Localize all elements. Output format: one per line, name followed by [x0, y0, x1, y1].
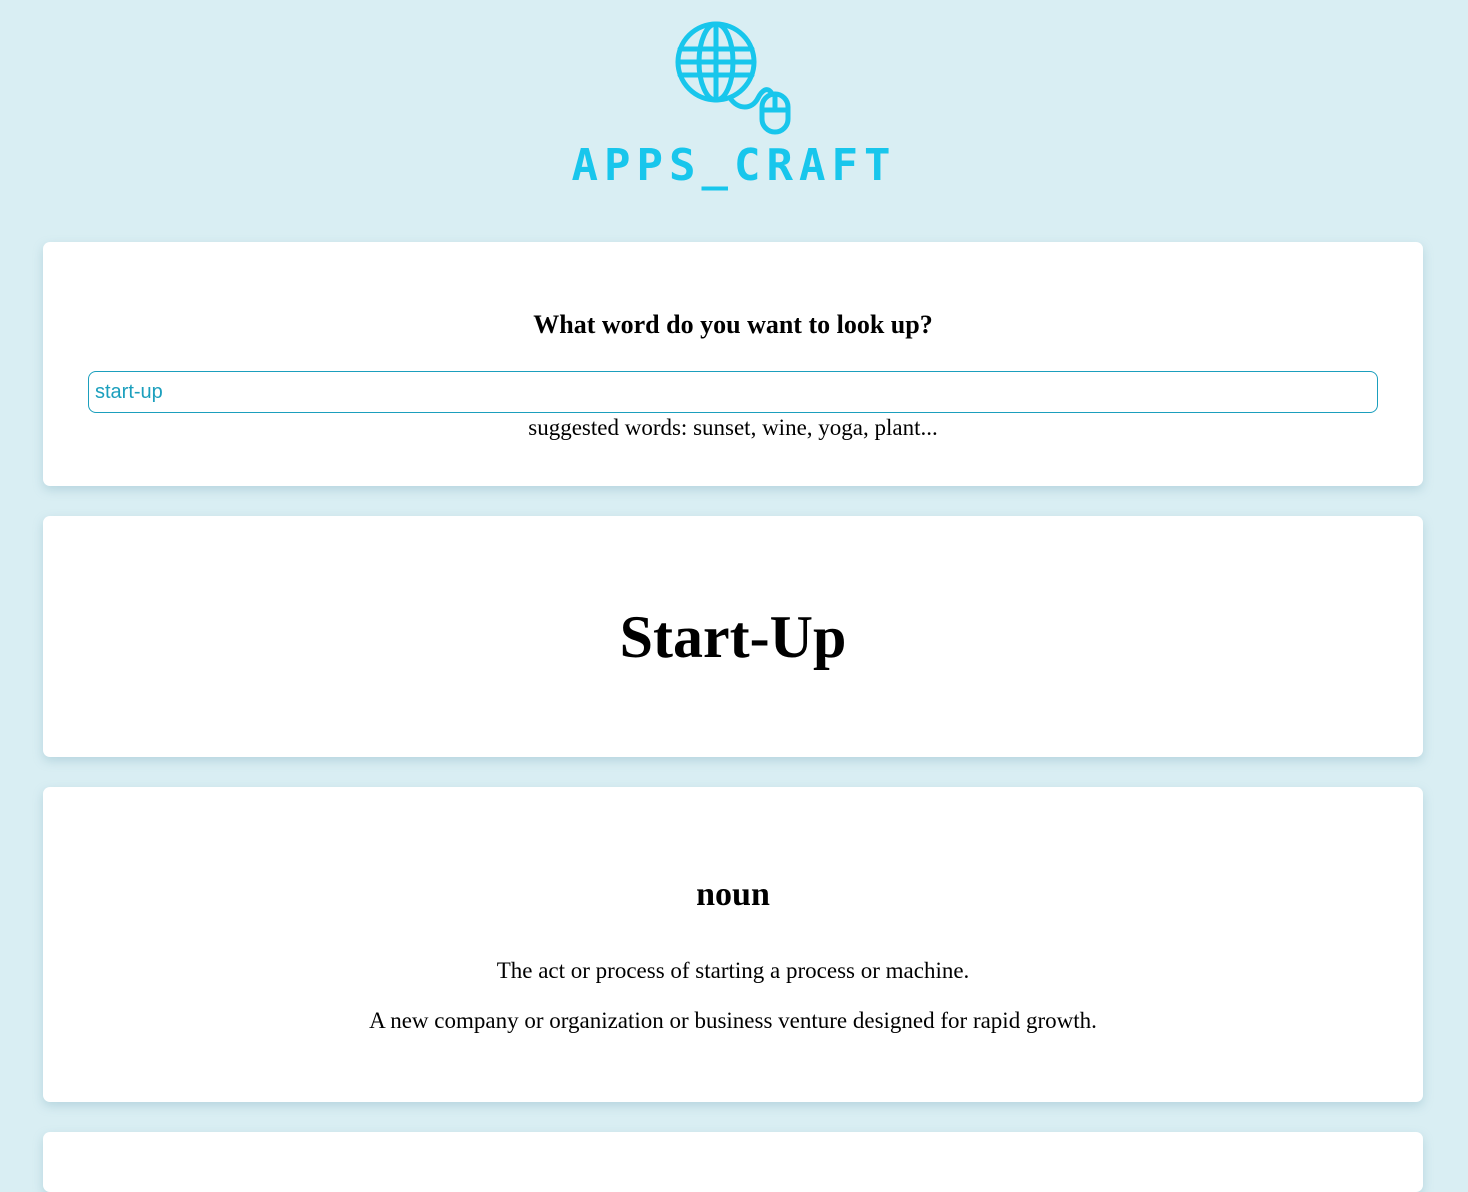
next-card — [43, 1132, 1423, 1192]
definition: A new company or organization or busines… — [369, 1008, 1097, 1033]
part-of-speech: noun — [696, 876, 770, 913]
meaning-card: noun The act or process of starting a pr… — [43, 787, 1423, 1102]
search-input[interactable] — [88, 371, 1378, 413]
headword: Start-Up — [619, 604, 847, 670]
app-header: APPS_CRAFT — [0, 0, 1468, 200]
search-prompt: What word do you want to look up? — [533, 310, 933, 339]
brand-name: APPS_CRAFT — [571, 140, 897, 191]
search-card: What word do you want to look up? sugges… — [43, 242, 1423, 486]
suggested-words: suggested words: sunset, wine, yoga, pla… — [528, 415, 938, 440]
definition: The act or process of starting a process… — [496, 958, 970, 983]
word-card: Start-Up — [43, 516, 1423, 757]
globe-with-mouse-icon — [675, 21, 791, 135]
